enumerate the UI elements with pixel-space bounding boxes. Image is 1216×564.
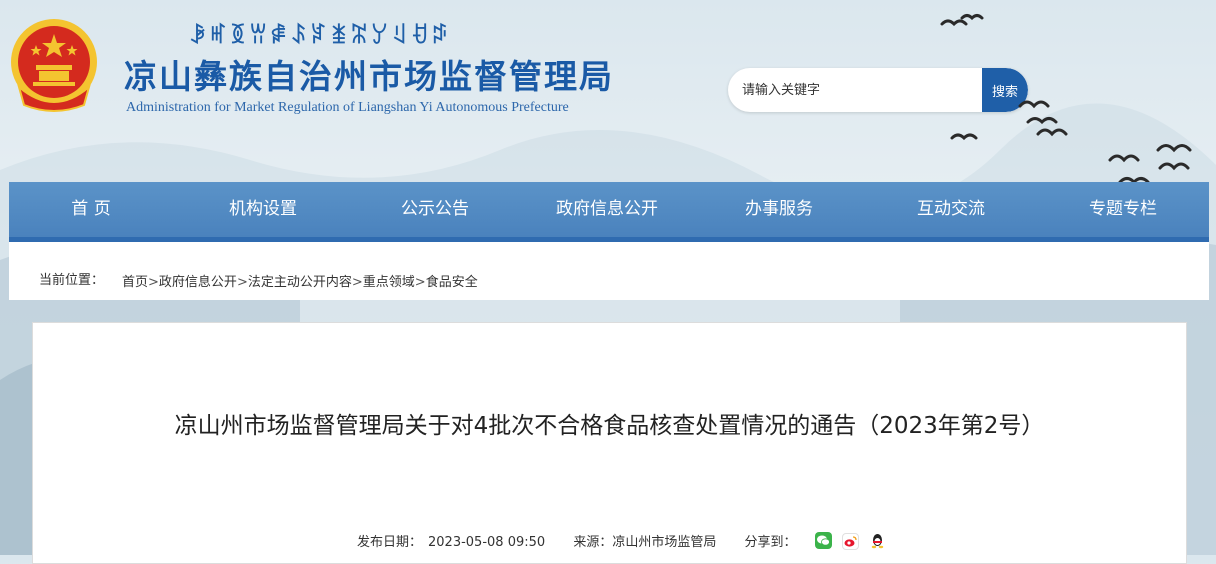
birds-decoration (940, 14, 1192, 185)
site-subtitle: Administration for Market Regulation of … (126, 100, 569, 115)
breadcrumb-item-gov-info[interactable]: 政府信息公开 (159, 275, 237, 290)
breadcrumb-item-statutory[interactable]: 法定主动公开内容 (248, 275, 352, 290)
breadcrumb-separator: > (148, 275, 159, 290)
nav-item-organization[interactable]: 机构设置 (203, 182, 323, 237)
nav-item-interaction[interactable]: 互动交流 (891, 182, 1011, 237)
share-label: 分享到： (744, 535, 797, 550)
breadcrumb: 当前位置： 首页>政府信息公开>法定主动公开内容>重点领域>食品安全 (9, 242, 1209, 300)
source-label: 来源： (573, 535, 613, 550)
qq-icon[interactable] (868, 532, 886, 549)
publish-date-label: 发布日期： (357, 535, 423, 550)
breadcrumb-item-key-areas[interactable]: 重点领域 (363, 275, 415, 290)
article-meta: 发布日期： 2023-05-08 09:50 来源：凉山州市场监管局 分享到： (357, 531, 892, 550)
yi-script-title: ꆃꎭꅉꀕꍂꌺꋇꁧꄓꌦꆹꀀꁯ (189, 24, 452, 49)
nav-item-services[interactable]: 办事服务 (719, 182, 839, 237)
nav-item-announcements[interactable]: 公示公告 (375, 182, 495, 237)
nav-item-topics[interactable]: 专题专栏 (1063, 182, 1183, 237)
breadcrumb-items: 首页>政府信息公开>法定主动公开内容>重点领域>食品安全 (122, 271, 478, 290)
site-header: ꆃꎭꅉꀕꍂꌺꋇꁧꄓꌦꆹꀀꁯ 凉山彝族自治州市场监督管理局 Administrat… (0, 0, 1216, 185)
breadcrumb-separator: > (351, 275, 363, 290)
nav-item-home[interactable]: 首 页 (31, 182, 151, 237)
breadcrumb-separator: > (414, 275, 426, 290)
article-title: 凉山州市场监督管理局关于对4批次不合格食品核查处置情况的通告（2023年第2号） (174, 413, 1045, 439)
weibo-icon[interactable] (841, 533, 859, 550)
publish-date: 2023-05-08 09:50 (428, 535, 546, 550)
main-nav: 首 页 机构设置 公示公告 政府信息公开 办事服务 互动交流 专题专栏 (9, 182, 1209, 242)
breadcrumb-item-food-safety[interactable]: 食品安全 (426, 275, 478, 290)
breadcrumb-label: 当前位置： (39, 273, 105, 288)
site-title[interactable]: 凉山彝族自治州市场监督管理局 (124, 50, 614, 98)
nav-item-gov-info[interactable]: 政府信息公开 (537, 182, 677, 237)
breadcrumb-separator: > (236, 275, 248, 290)
national-emblem-icon[interactable] (9, 17, 99, 115)
article-panel: 凉山州市场监督管理局关于对4批次不合格食品核查处置情况的通告（2023年第2号）… (32, 322, 1187, 564)
source-value: 凉山州市场监管局 (612, 535, 717, 550)
wechat-icon[interactable] (814, 532, 832, 549)
breadcrumb-item-home[interactable]: 首页 (122, 275, 148, 290)
